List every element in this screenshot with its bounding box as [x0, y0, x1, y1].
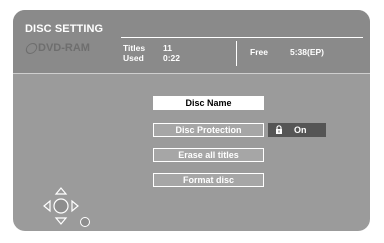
header-divider-line: [121, 37, 363, 38]
format-disc-button[interactable]: Format disc: [153, 173, 264, 187]
titles-label: Titles: [123, 43, 146, 53]
header-vertical-divider: [236, 41, 237, 66]
direction-pad-icon: [43, 187, 79, 225]
erase-all-titles-button[interactable]: Erase all titles: [153, 148, 264, 162]
page-title: DISC SETTING: [25, 23, 104, 35]
disc-type-label: DVD-RAM: [38, 42, 90, 54]
protection-status-text: On: [294, 125, 307, 135]
used-label: Used: [123, 53, 144, 63]
protection-status-box: On: [268, 123, 326, 137]
disc-protection-button[interactable]: Disc Protection: [153, 123, 264, 137]
header-bottom-border: [13, 73, 370, 74]
lock-icon: [276, 125, 282, 134]
disc-type: DVD-RAM: [24, 42, 90, 54]
titles-value: 11: [163, 43, 172, 53]
disc-setting-screen: DISC SETTING DVD-RAM Titles 11 Used 0:22…: [13, 10, 370, 231]
header-panel: DISC SETTING DVD-RAM Titles 11 Used 0:22…: [13, 10, 370, 73]
free-value: 5:38(EP): [290, 47, 325, 57]
free-label: Free: [250, 47, 268, 57]
used-value: 0:22: [163, 53, 181, 63]
enter-button-icon: [80, 217, 90, 227]
dvd-disc-icon: [24, 42, 39, 54]
disc-name-button[interactable]: Disc Name: [153, 96, 264, 110]
